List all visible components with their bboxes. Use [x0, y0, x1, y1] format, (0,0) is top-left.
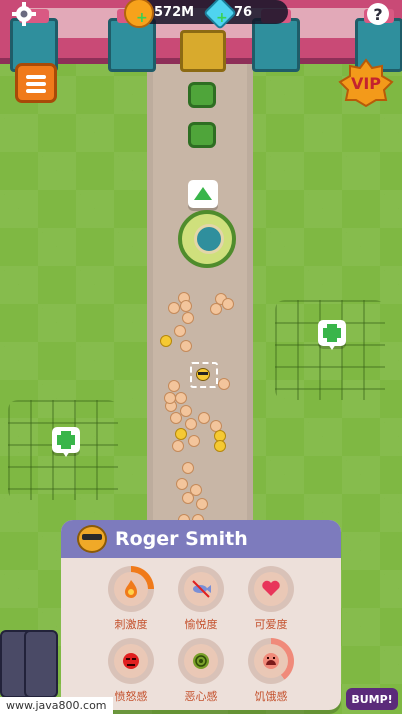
follower-character [164, 392, 176, 404]
add-plot-icon-left[interactable] [52, 427, 80, 457]
stat-label: 愉悦度 [184, 618, 218, 631]
follower-character [180, 340, 192, 352]
heart-icon [262, 580, 280, 596]
gear-icon [12, 2, 36, 26]
follower-character [214, 440, 226, 452]
tower-3 [252, 9, 300, 72]
follower-character [188, 435, 200, 447]
follower-character [172, 440, 184, 452]
fish-icon [192, 580, 211, 598]
follower-character [168, 380, 180, 392]
follower-character [170, 412, 182, 424]
leader-character[interactable] [196, 368, 210, 381]
side-card-2[interactable] [24, 630, 58, 698]
stat-ring [108, 566, 154, 612]
follower-character [182, 462, 194, 474]
stat-disgust[interactable]: 恶心感 [166, 638, 236, 704]
follower-character [175, 392, 187, 404]
stat-label: 恶心感 [184, 690, 218, 703]
add-plot-icon-right[interactable] [318, 320, 346, 350]
upgrade-arrow-icon[interactable] [188, 180, 218, 208]
fountain-pad[interactable] [178, 210, 236, 268]
follower-character [175, 428, 187, 440]
menu-button[interactable] [15, 63, 57, 103]
settings-button[interactable] [10, 0, 38, 28]
vip-button[interactable]: VIP [338, 58, 394, 108]
bump-button[interactable]: BUMP! [346, 688, 398, 710]
follower-character [196, 498, 208, 510]
exit-gate [180, 30, 226, 72]
stat-ring [248, 566, 294, 612]
stat-cuteness[interactable]: 可爱度 [236, 566, 306, 632]
gem-counter[interactable]: + 76 [203, 0, 288, 30]
gem-amount: 76 [234, 4, 253, 20]
follower-character [210, 303, 222, 315]
stat-excitement[interactable]: 刺激度 [96, 566, 166, 632]
angry-face-icon [123, 653, 139, 669]
spiral-icon [193, 653, 209, 669]
help-button[interactable]: ? [364, 0, 392, 28]
add-coins-icon[interactable]: + [136, 11, 148, 25]
follower-character [176, 478, 188, 490]
vip-badge-icon: VIP [338, 58, 394, 108]
fire-icon [125, 580, 137, 598]
stat-ring [178, 638, 224, 684]
follower-character [182, 492, 194, 504]
bush-2 [188, 122, 216, 148]
follower-character [168, 302, 180, 314]
stat-ring [248, 638, 294, 684]
stat-ring [108, 638, 154, 684]
stat-ring [178, 566, 224, 612]
follower-character [218, 378, 230, 390]
character-name: Roger Smith [115, 528, 248, 550]
stat-label: 饥饿感 [254, 690, 288, 703]
follower-character [182, 312, 194, 324]
stat-label: 刺激度 [114, 618, 148, 631]
vip-label: VIP [351, 74, 381, 93]
follower-character [160, 335, 172, 347]
stat-anger[interactable]: 愤怒感 [96, 638, 166, 704]
build-plot-right[interactable] [275, 300, 385, 400]
add-gems-icon[interactable]: + [216, 11, 228, 25]
character-panel: Roger Smith 刺激度 愉悦度 可爱度 愤怒感 恶心感 饥饿感 [61, 520, 341, 710]
stat-label: 可爱度 [254, 618, 288, 631]
follower-character [222, 298, 234, 310]
bush-1 [188, 82, 216, 108]
help-icon: ? [367, 3, 389, 25]
coin-amount: 572M [154, 4, 195, 20]
follower-character [180, 300, 192, 312]
hungry-face-icon [263, 653, 279, 669]
panel-header: Roger Smith [61, 520, 341, 558]
follower-character [174, 325, 186, 337]
follower-character [185, 418, 197, 430]
follower-character [198, 412, 210, 424]
stat-hunger[interactable]: 饥饿感 [236, 638, 306, 704]
watermark: www.java800.com [0, 697, 113, 714]
character-avatar [77, 525, 107, 553]
stat-joy[interactable]: 愉悦度 [166, 566, 236, 632]
stats-grid: 刺激度 愉悦度 可爱度 愤怒感 恶心感 饥饿感 [61, 558, 341, 710]
follower-character [180, 405, 192, 417]
